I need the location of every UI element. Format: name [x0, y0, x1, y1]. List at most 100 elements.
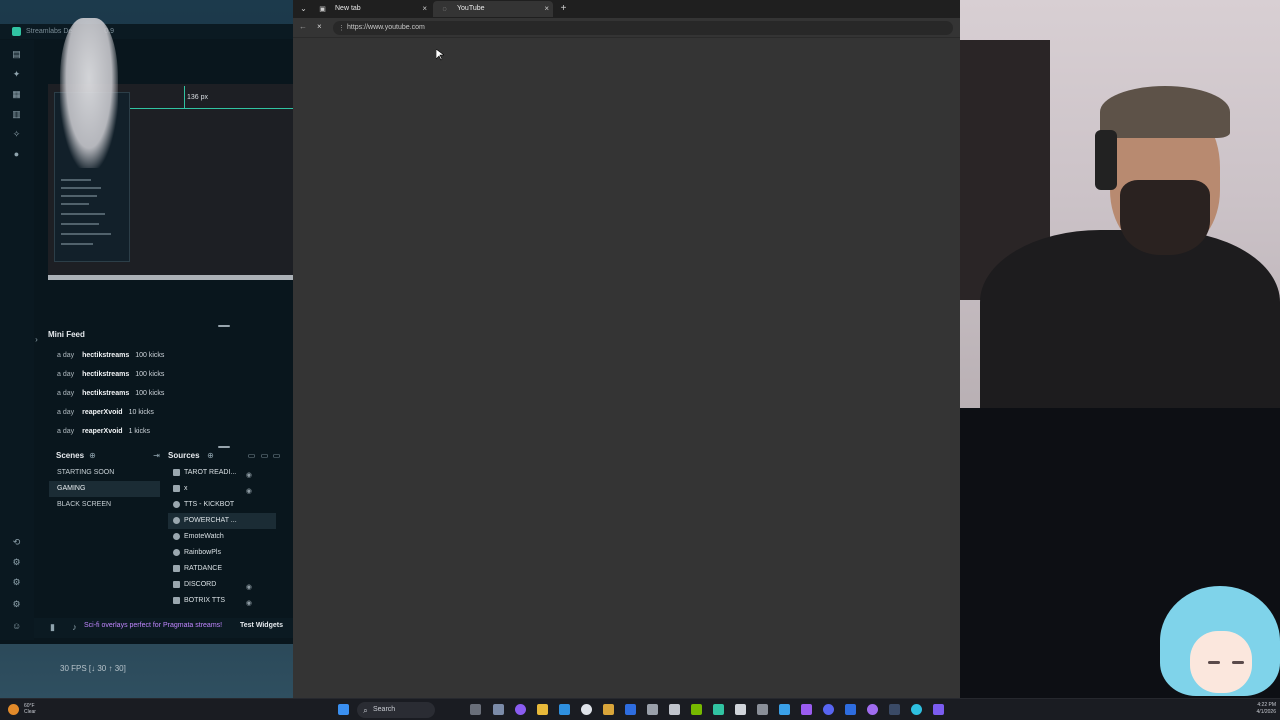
- apps-icon[interactable]: ●: [12, 150, 21, 159]
- app-icon[interactable]: [911, 704, 922, 715]
- app-icon[interactable]: [669, 704, 680, 715]
- edge-icon[interactable]: [559, 704, 570, 715]
- search-icon: ⌕: [363, 706, 368, 715]
- app-icon[interactable]: [867, 704, 878, 715]
- feed-user: hectikstreams: [82, 352, 130, 359]
- weather-widget[interactable]: 60°F Clear: [24, 703, 36, 715]
- streamlabs-taskbar-icon[interactable]: [713, 704, 724, 715]
- source-item[interactable]: TTS - KICKBOT: [168, 497, 276, 513]
- source-label: TAROT READI...: [184, 469, 237, 476]
- app-icon[interactable]: [845, 704, 856, 715]
- browser-window: ⌄ ▣ New tab × ◌ YouTube × + ← × ⋮ https:…: [293, 0, 960, 698]
- alert-box-icon[interactable]: ⚙: [12, 558, 21, 567]
- add-source-icon[interactable]: ⊕: [206, 451, 215, 460]
- preview-source-bar[interactable]: [48, 275, 293, 280]
- test-widgets-button[interactable]: Test Widgets: [240, 622, 283, 629]
- layout-icon[interactable]: ▥: [12, 110, 21, 119]
- task-view-icon[interactable]: [470, 704, 481, 715]
- editor-icon[interactable]: ▤: [12, 50, 21, 59]
- tools-icon[interactable]: ⚙: [12, 578, 21, 587]
- app-icon[interactable]: [625, 704, 636, 715]
- app-icon[interactable]: [647, 704, 658, 715]
- stop-loading-icon[interactable]: ×: [317, 22, 322, 31]
- app-icon[interactable]: [757, 704, 768, 715]
- chevron-right-icon[interactable]: ›: [32, 335, 41, 344]
- source-item[interactable]: RainbowPls: [168, 545, 276, 561]
- stats-icon[interactable]: ▮: [48, 623, 57, 632]
- add-scene-icon[interactable]: ⊕: [88, 451, 97, 460]
- panel-resize-grip[interactable]: [218, 446, 230, 448]
- webcam-headset: [1095, 130, 1117, 190]
- back-arrow-icon[interactable]: ←: [299, 22, 307, 31]
- app-title: Streamlabs De: [26, 28, 73, 35]
- taskbar-search[interactable]: ⌕ Search: [357, 702, 435, 718]
- app-icon[interactable]: [515, 704, 526, 715]
- feed-item[interactable]: a day hectikstreams 100 kicks: [57, 351, 164, 361]
- steam-icon[interactable]: [889, 704, 900, 715]
- scene-item[interactable]: STARTING SOON: [49, 465, 160, 481]
- settings-icon[interactable]: ⚙: [12, 600, 21, 609]
- avatar-eye: [1232, 661, 1244, 664]
- studio-mode-icon[interactable]: ⟲: [12, 538, 21, 547]
- source-label: EmoteWatch: [184, 533, 224, 540]
- source-item[interactable]: DISCORD ◉: [168, 577, 276, 593]
- chrome-icon[interactable]: [581, 704, 592, 715]
- tab-strip: ⌄ ▣ New tab × ◌ YouTube × +: [293, 0, 960, 18]
- nvidia-icon[interactable]: [691, 704, 702, 715]
- profile-icon[interactable]: ☺: [12, 622, 21, 631]
- feed-amount: 100 kicks: [135, 390, 165, 397]
- start-icon[interactable]: [338, 704, 349, 715]
- source-item-active[interactable]: POWERCHAT ...: [168, 513, 276, 529]
- app-icon[interactable]: [801, 704, 812, 715]
- feed-item[interactable]: a day reaperXvoid 10 kicks: [57, 408, 154, 418]
- address-bar[interactable]: ⋮ https://www.youtube.com: [333, 21, 953, 35]
- file-explorer-icon[interactable]: [537, 704, 548, 715]
- source-label: TTS - KICKBOT: [184, 501, 235, 508]
- sources-title: Sources: [168, 451, 200, 460]
- app-icon[interactable]: [603, 704, 614, 715]
- feed-time: a day: [57, 428, 75, 435]
- tab-youtube[interactable]: ◌ YouTube ×: [433, 1, 553, 17]
- app-icon[interactable]: [493, 704, 504, 715]
- feed-item[interactable]: a day hectikstreams 100 kicks: [57, 389, 164, 399]
- feed-item[interactable]: a day reaperXvoid 1 kicks: [57, 427, 150, 437]
- app-icon[interactable]: [933, 704, 944, 715]
- feed-user: reaperXvoid: [82, 428, 123, 435]
- source-item[interactable]: TAROT READI... ◉: [168, 465, 276, 481]
- feed-item[interactable]: a day hectikstreams 100 kicks: [57, 370, 164, 380]
- discord-icon[interactable]: [823, 704, 834, 715]
- tab-search-icon[interactable]: ⌄: [299, 4, 308, 13]
- close-tab-icon[interactable]: ×: [422, 1, 427, 17]
- scene-item[interactable]: BLACK SCREEN: [49, 497, 160, 513]
- remove-source-icon[interactable]: ▭: [272, 451, 281, 460]
- promo-banner[interactable]: Sci-fi overlays perfect for Pragmata str…: [84, 622, 222, 629]
- source-item[interactable]: EmoteWatch: [168, 529, 276, 545]
- app-icon[interactable]: [735, 704, 746, 715]
- webcam-person-shirt: [980, 230, 1280, 408]
- feed-amount: 100 kicks: [135, 352, 165, 359]
- bell-icon[interactable]: ♪: [70, 623, 79, 632]
- scene-item-active[interactable]: GAMING: [49, 481, 160, 497]
- store-icon[interactable]: ▦: [12, 90, 21, 99]
- system-clock[interactable]: 4:22 PM 4/1/2026: [1257, 702, 1276, 716]
- source-item[interactable]: RATDANCE: [168, 561, 276, 577]
- panel-resize-grip[interactable]: [218, 325, 230, 327]
- site-info-icon[interactable]: ⋮: [337, 24, 346, 33]
- clock-time: 4:22 PM: [1257, 702, 1276, 708]
- highlighter-icon[interactable]: ✧: [12, 130, 21, 139]
- copy-icon[interactable]: ▭: [260, 451, 269, 460]
- hamster-overlay-image[interactable]: [60, 18, 118, 168]
- close-tab-icon[interactable]: ×: [544, 1, 549, 17]
- source-item[interactable]: BOTRIX TTS ◉: [168, 593, 276, 609]
- source-item[interactable]: x ◉: [168, 481, 276, 497]
- app-icon[interactable]: [779, 704, 790, 715]
- folder-icon[interactable]: ▭: [247, 451, 256, 460]
- feed-time: a day: [57, 371, 75, 378]
- tab-new-tab[interactable]: ▣ New tab ×: [311, 1, 431, 17]
- weather-icon[interactable]: [8, 704, 19, 715]
- scene-transitions-icon[interactable]: ⇥: [152, 451, 161, 460]
- new-tab-icon[interactable]: +: [559, 4, 568, 14]
- visibility-icon[interactable]: ◉: [246, 596, 252, 612]
- feed-amount: 1 kicks: [128, 428, 150, 435]
- themes-icon[interactable]: ✦: [12, 70, 21, 79]
